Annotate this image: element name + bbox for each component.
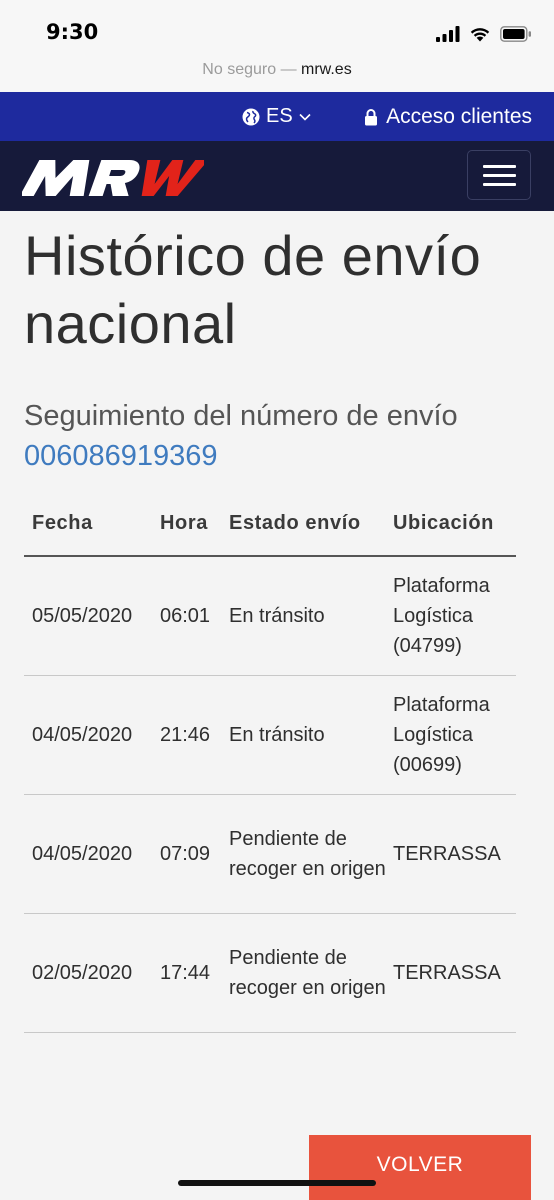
cell-location: TERRASSA: [393, 913, 516, 1033]
security-label: No seguro —: [202, 61, 297, 78]
status-bar: 9:30: [0, 0, 554, 60]
column-header-time: Hora: [160, 492, 229, 557]
cell-location: TERRASSA: [393, 794, 516, 914]
menu-bar: [482, 182, 516, 186]
globe-icon: [242, 108, 260, 125]
top-strip: ES Acceso clientes: [0, 92, 554, 141]
menu-bar: [482, 173, 516, 177]
mrw-logo[interactable]: [19, 158, 209, 202]
cell-date: 05/05/2020: [24, 556, 160, 676]
cell-location: Plataforma Logística (04799): [393, 556, 516, 676]
cell-status: En tránsito: [229, 556, 393, 676]
wifi-icon: [470, 28, 490, 42]
table-row: 02/05/2020 17:44 Pendiente de recoger en…: [24, 913, 516, 1033]
main-nav: [0, 141, 554, 211]
column-header-date: Fecha: [24, 492, 160, 557]
hamburger-menu-icon[interactable]: [467, 150, 531, 200]
column-header-status: Estado envío: [229, 492, 393, 557]
menu-bar: [482, 164, 516, 168]
cell-date: 04/05/2020: [24, 675, 160, 795]
back-button[interactable]: VOLVER: [309, 1135, 531, 1200]
page-title: Histórico de envío nacional: [24, 224, 482, 355]
tracking-number: 006086919369: [24, 440, 218, 472]
status-icons: [436, 24, 532, 44]
cell-time: 07:09: [160, 794, 229, 914]
language-label: ES: [266, 105, 293, 127]
cell-date: 02/05/2020: [24, 913, 160, 1033]
tracking-subtitle: Seguimiento del número de envío: [24, 400, 458, 432]
signal-icon: [436, 26, 460, 42]
cell-status: Pendiente de recoger en origen: [229, 913, 393, 1033]
client-access-label: Acceso clientes: [386, 104, 532, 128]
cell-date: 04/05/2020: [24, 794, 160, 914]
url-domain: mrw.es: [301, 61, 352, 78]
cell-time: 21:46: [160, 675, 229, 795]
home-indicator[interactable]: [178, 1180, 376, 1186]
cell-location: Plataforma Logística (00699): [393, 675, 516, 795]
table-row: 05/05/2020 06:01 En tránsito Plataforma …: [24, 556, 516, 676]
table-header-row: Fecha Hora Estado envío Ubicación: [24, 492, 516, 557]
cell-time: 06:01: [160, 556, 229, 676]
status-time: 9:30: [46, 20, 99, 44]
cell-status: En tránsito: [229, 675, 393, 795]
lock-icon: [365, 108, 378, 125]
chevron-down-icon: [299, 113, 311, 121]
client-access-link[interactable]: Acceso clientes: [364, 92, 532, 141]
battery-icon: [500, 26, 531, 42]
logo-image: [19, 160, 209, 196]
table-row: 04/05/2020 07:09 Pendiente de recoger en…: [24, 794, 516, 914]
language-selector[interactable]: ES: [242, 92, 311, 141]
table-row: 04/05/2020 21:46 En tránsito Plataforma …: [24, 675, 516, 795]
cell-status: Pendiente de recoger en origen: [229, 794, 393, 914]
tracking-history-table: Fecha Hora Estado envío Ubicación 05/05/…: [24, 492, 516, 1033]
column-header-location: Ubicación: [393, 492, 516, 557]
url-bar[interactable]: No seguro — mrw.es: [0, 56, 554, 92]
cell-time: 17:44: [160, 913, 229, 1033]
